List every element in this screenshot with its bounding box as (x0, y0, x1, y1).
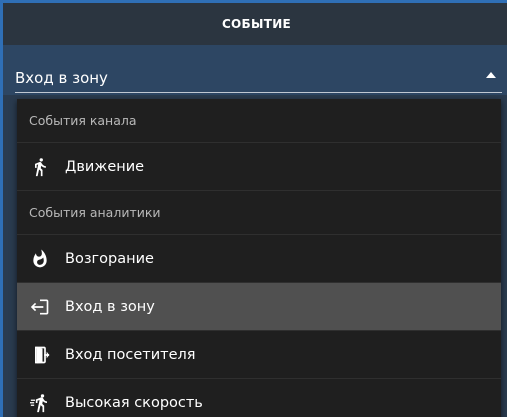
event-dropdown-list[interactable]: События канала Движение События аналитик… (17, 99, 501, 417)
caret-up-icon[interactable] (486, 72, 496, 78)
menu-item-zone-entry[interactable]: Вход в зону (17, 283, 501, 331)
event-panel: СОБЫТИЕ Вход в зону События канала Движе… (0, 0, 507, 417)
section-header-channel-events: События канала (17, 99, 501, 143)
door-enter-icon (29, 344, 51, 366)
panel-title: СОБЫТИЕ (3, 3, 507, 45)
menu-item-label: Вход посетителя (65, 346, 196, 363)
event-select[interactable]: Вход в зону (3, 45, 507, 95)
menu-item-high-speed[interactable]: Высокая скорость (17, 379, 501, 417)
menu-item-motion[interactable]: Движение (17, 143, 501, 191)
select-underline (15, 92, 502, 93)
section-header-label: События аналитики (29, 205, 161, 220)
fire-icon (29, 248, 51, 270)
walking-person-icon (29, 156, 51, 178)
menu-item-label: Высокая скорость (65, 394, 203, 411)
menu-item-fire[interactable]: Возгорание (17, 235, 501, 283)
section-header-analytics-events: События аналитики (17, 191, 501, 235)
menu-item-label: Движение (65, 158, 145, 175)
menu-item-label: Вход в зону (65, 298, 155, 315)
panel-title-text: СОБЫТИЕ (221, 17, 292, 31)
enter-zone-icon (29, 296, 51, 318)
running-person-icon (29, 392, 51, 414)
event-select-value: Вход в зону (15, 69, 108, 87)
section-header-label: События канала (29, 113, 137, 128)
menu-item-visitor-entry[interactable]: Вход посетителя (17, 331, 501, 379)
menu-item-label: Возгорание (65, 250, 154, 267)
